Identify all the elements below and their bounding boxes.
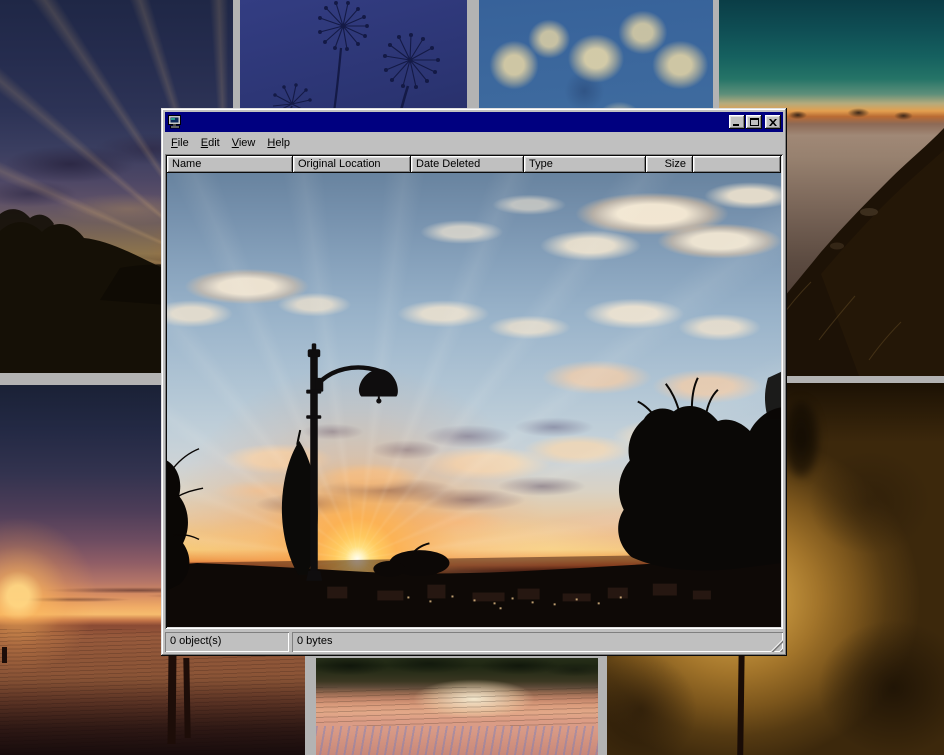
- title-bar[interactable]: [165, 112, 783, 132]
- column-header-name[interactable]: Name: [167, 156, 293, 173]
- street-lamp-silhouette: [306, 343, 398, 580]
- close-button[interactable]: [765, 115, 781, 129]
- pole-silhouette: [737, 643, 745, 755]
- menu-bar: File Edit View Help: [164, 133, 784, 153]
- street-lamp-sunset-photo: [167, 173, 781, 627]
- menu-file[interactable]: File: [165, 135, 195, 152]
- minimize-icon: [733, 119, 741, 126]
- umbel-head-1: [319, 2, 369, 51]
- menu-view[interactable]: View: [226, 135, 262, 152]
- desktop: { "window": { "title": "", "icon": "comp…: [0, 0, 944, 755]
- status-bar: 0 object(s) 0 bytes: [165, 632, 783, 652]
- wooden-pole: [2, 647, 7, 663]
- close-icon: [769, 119, 777, 126]
- column-header-row: Name Original Location Date Deleted Type…: [167, 156, 781, 173]
- menu-help[interactable]: Help: [261, 135, 296, 152]
- maximize-button[interactable]: [746, 115, 762, 129]
- recycle-bin-window: File Edit View Help Name Original Locati…: [161, 108, 787, 656]
- wallpaper-tile-water-reflection: [316, 658, 598, 755]
- blue-ripple-streaks: [316, 726, 598, 755]
- status-byte-count: 0 bytes: [292, 632, 783, 652]
- right-trees-silhouette: [618, 372, 781, 570]
- maximize-icon: [750, 118, 759, 126]
- window-controls: [728, 115, 781, 129]
- minimize-button[interactable]: [729, 115, 745, 129]
- status-object-count: 0 object(s): [165, 632, 289, 652]
- column-header-original-location[interactable]: Original Location: [293, 156, 411, 173]
- column-header-type[interactable]: Type: [524, 156, 646, 173]
- umbel-head-2: [384, 34, 440, 89]
- menu-edit[interactable]: Edit: [195, 135, 226, 152]
- computer-icon: [167, 114, 183, 130]
- column-header-size[interactable]: Size: [646, 156, 693, 173]
- water-ripples: [316, 687, 598, 726]
- wooden-pole: [168, 656, 177, 744]
- column-header-date-deleted[interactable]: Date Deleted: [411, 156, 524, 173]
- list-view[interactable]: Name Original Location Date Deleted Type…: [165, 154, 783, 629]
- column-header-filler[interactable]: [693, 156, 781, 173]
- photo-silhouettes: [167, 173, 781, 627]
